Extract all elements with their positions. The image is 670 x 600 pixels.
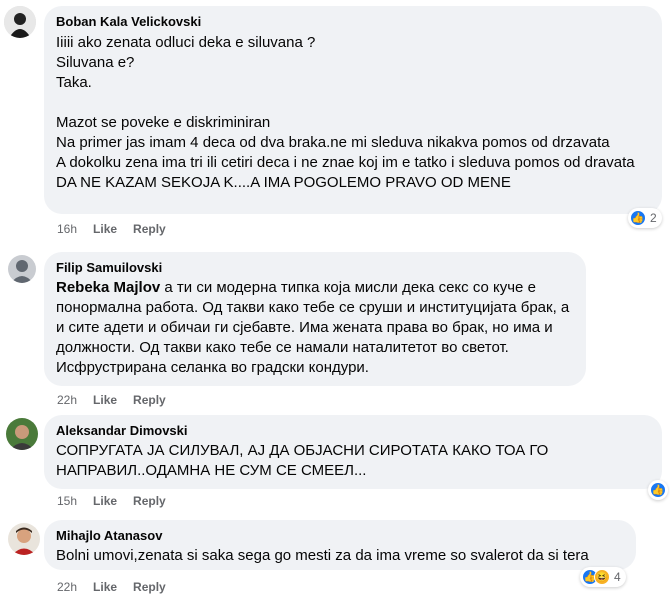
- avatar[interactable]: [4, 6, 36, 38]
- comment-actions: 22h Like Reply: [57, 393, 166, 407]
- like-icon: 👍: [630, 210, 646, 226]
- reaction-summary[interactable]: 👍 😆 4: [580, 567, 626, 587]
- reaction-count: 4: [614, 570, 621, 584]
- avatar[interactable]: [8, 255, 36, 283]
- reply-button[interactable]: Reply: [133, 580, 166, 594]
- comment-author[interactable]: Filip Samuilovski: [56, 260, 574, 276]
- comment-text: Bolni umovi,zenata si saka sega go mesti…: [56, 547, 589, 564]
- mention-link[interactable]: Rebeka Majlov: [56, 279, 160, 296]
- comment-author[interactable]: Mihajlo Atanasov: [56, 528, 624, 544]
- comment-time[interactable]: 22h: [57, 580, 77, 594]
- reply-button[interactable]: Reply: [133, 222, 166, 236]
- comment-actions: 16h Like Reply: [57, 222, 166, 236]
- reply-button[interactable]: Reply: [133, 393, 166, 407]
- like-button[interactable]: Like: [93, 222, 117, 236]
- comment-author[interactable]: Boban Kala Velickovski: [56, 14, 650, 30]
- haha-icon: 😆: [594, 569, 610, 585]
- comment-bubble: Filip Samuilovski Rebeka Majlov а ти си …: [44, 252, 586, 386]
- comment-bubble: Boban Kala Velickovski Iiiii ako zenata …: [44, 6, 662, 214]
- comment-text: Rebeka Majlov а ти си модерна типка која…: [56, 278, 574, 378]
- avatar[interactable]: [6, 418, 38, 450]
- like-button[interactable]: Like: [93, 580, 117, 594]
- comment-actions: 22h Like Reply: [57, 580, 166, 594]
- comment-actions: 15h Like Reply: [57, 494, 166, 508]
- reaction-summary[interactable]: 👍 2: [628, 208, 662, 228]
- reaction-summary[interactable]: 👍: [648, 480, 668, 500]
- comment-time[interactable]: 22h: [57, 393, 77, 407]
- comment-bubble: Mihajlo Atanasov Bolni umovi,zenata si s…: [44, 520, 636, 570]
- reaction-count: 2: [650, 211, 657, 225]
- comment-text: Iiiii ako zenata odluci deka e siluvana …: [56, 34, 635, 191]
- like-button[interactable]: Like: [93, 393, 117, 407]
- like-button[interactable]: Like: [93, 494, 117, 508]
- comment-text: СОПРУГАТА ЈА СИЛУВАЛ, АЈ ДА ОБЈАСНИ СИРО…: [56, 442, 549, 479]
- comment-time[interactable]: 16h: [57, 222, 77, 236]
- comment-author[interactable]: Aleksandar Dimovski: [56, 423, 650, 439]
- reply-button[interactable]: Reply: [133, 494, 166, 508]
- comment-bubble: Aleksandar Dimovski СОПРУГАТА ЈА СИЛУВАЛ…: [44, 415, 662, 489]
- like-icon: 👍: [650, 482, 666, 498]
- avatar[interactable]: [8, 523, 40, 555]
- comment-time[interactable]: 15h: [57, 494, 77, 508]
